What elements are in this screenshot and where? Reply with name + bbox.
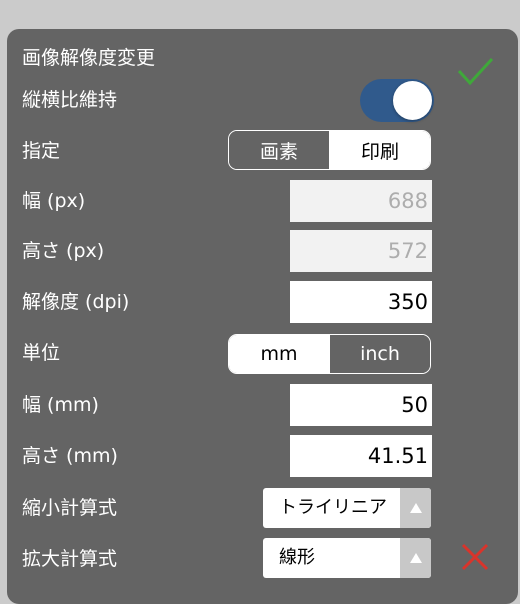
resolution-dialog: 画像解像度変更 縦横比維持 指定 画素 印刷 幅 (px) 688 高さ (px… — [7, 29, 518, 604]
triangle-up-icon — [400, 538, 431, 578]
unit-segmented-control: mm inch — [228, 334, 431, 374]
shrink-method-select[interactable]: トライリニア — [263, 488, 431, 528]
enlarge-method-value: 線形 — [279, 547, 315, 568]
close-icon[interactable] — [459, 541, 491, 573]
height-mm-field[interactable]: 41.51 — [290, 435, 432, 477]
enlarge-method-select[interactable]: 線形 — [263, 538, 431, 578]
dialog-title: 画像解像度変更 — [22, 47, 156, 69]
shrink-method-label: 縮小計算式 — [22, 497, 118, 519]
mode-segmented-control: 画素 印刷 — [228, 130, 431, 170]
mode-label: 指定 — [22, 140, 61, 162]
width-px-label: 幅 (px) — [22, 190, 86, 212]
shrink-method-value: トライリニア — [279, 497, 387, 518]
mode-option-print[interactable]: 印刷 — [329, 131, 430, 169]
height-px-label: 高さ (px) — [22, 240, 105, 262]
resolution-field[interactable]: 350 — [290, 281, 432, 323]
unit-label: 単位 — [22, 342, 61, 364]
unit-option-mm[interactable]: mm — [229, 335, 329, 373]
triangle-up-icon — [400, 488, 431, 528]
resolution-label: 解像度 (dpi) — [22, 291, 130, 313]
aspect-ratio-toggle[interactable] — [360, 79, 434, 122]
enlarge-method-label: 拡大計算式 — [22, 548, 118, 570]
width-px-field: 688 — [290, 180, 432, 222]
height-mm-label: 高さ (mm) — [22, 445, 118, 467]
width-mm-label: 幅 (mm) — [22, 394, 99, 416]
check-icon[interactable] — [456, 55, 494, 89]
mode-option-pixels[interactable]: 画素 — [229, 131, 329, 169]
unit-option-inch[interactable]: inch — [329, 335, 430, 373]
toggle-knob — [393, 81, 432, 120]
height-px-field: 572 — [290, 230, 432, 272]
aspect-ratio-label: 縦横比維持 — [22, 89, 118, 111]
width-mm-field[interactable]: 50 — [290, 384, 432, 426]
